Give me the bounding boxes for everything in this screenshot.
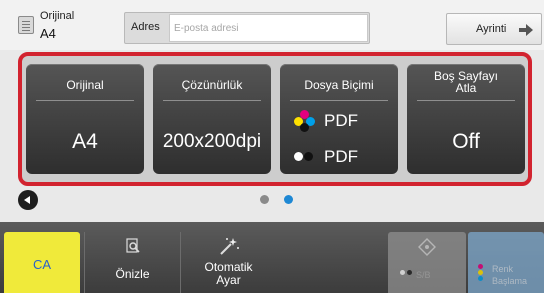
mono-format-row: PDF bbox=[280, 146, 398, 168]
page-indicator-2[interactable] bbox=[284, 195, 293, 204]
tile-divider bbox=[36, 100, 134, 101]
tile-label-line2: Atla bbox=[455, 81, 477, 95]
tile-label: Orijinal bbox=[66, 78, 104, 92]
color-format-row: PDF bbox=[280, 110, 398, 132]
magic-wand-icon bbox=[220, 238, 239, 255]
color-mode-icon bbox=[294, 110, 316, 132]
address-group: Adres bbox=[124, 12, 370, 44]
auto-adjust-label-line2: Ayar bbox=[216, 273, 241, 287]
start-icon bbox=[418, 238, 436, 256]
detail-button-label: Ayrinti bbox=[476, 23, 507, 35]
file-format-tile[interactable]: Dosya Biçimi PDF PDF bbox=[280, 64, 398, 174]
tile-value: 200x200dpi bbox=[162, 131, 262, 152]
mono-format-value: PDF bbox=[324, 147, 358, 166]
preview-label: Önizle bbox=[115, 267, 150, 281]
tile-value: Off bbox=[452, 130, 480, 153]
settings-panel: Orijinal A4 Çözünürlük 200x200dpi Dosya … bbox=[18, 52, 532, 186]
start-color-button[interactable]: Renk Başlama bbox=[468, 232, 544, 293]
tile-divider bbox=[163, 100, 261, 101]
address-label: Adres bbox=[131, 21, 160, 33]
color-mode-icon bbox=[478, 264, 488, 282]
mono-mode-icon bbox=[294, 152, 318, 162]
email-address-input[interactable] bbox=[169, 14, 368, 42]
page-indicator-1[interactable] bbox=[260, 195, 269, 204]
bottom-bar: CA Önizle Otomatik Ayar S/B Renk Başlama bbox=[0, 222, 544, 293]
tile-label: Çözünürlük bbox=[181, 78, 243, 92]
original-value: A4 bbox=[40, 26, 56, 41]
skip-blank-page-tile[interactable]: Boş Sayfayı Atla Off bbox=[407, 64, 525, 174]
tile-divider bbox=[417, 100, 515, 101]
tile-value: A4 bbox=[72, 130, 98, 153]
color-format-value: PDF bbox=[324, 111, 358, 130]
original-label: Orijinal bbox=[40, 10, 75, 22]
start-bw-label: S/B bbox=[416, 270, 431, 280]
mono-mode-icon bbox=[400, 270, 414, 280]
detail-button[interactable]: Ayrinti bbox=[446, 13, 542, 45]
document-icon bbox=[18, 16, 34, 34]
back-arrow-icon[interactable] bbox=[18, 190, 38, 210]
original-size-button[interactable]: Orijinal A4 bbox=[14, 6, 106, 46]
top-bar: Orijinal A4 Adres Ayrinti bbox=[0, 0, 544, 50]
original-tile[interactable]: Orijinal A4 bbox=[26, 64, 144, 174]
start-color-label-line1: Renk bbox=[492, 264, 514, 274]
auto-adjust-button[interactable]: Otomatik Ayar bbox=[180, 232, 276, 293]
clear-all-label: CA bbox=[32, 257, 52, 272]
tile-divider bbox=[290, 100, 388, 101]
preview-icon bbox=[126, 238, 140, 253]
resolution-tile[interactable]: Çözünürlük 200x200dpi bbox=[153, 64, 271, 174]
clear-all-button[interactable]: CA bbox=[4, 232, 80, 293]
start-color-label-line2: Başlama bbox=[492, 276, 528, 286]
start-bw-button[interactable]: S/B bbox=[388, 232, 466, 293]
preview-button[interactable]: Önizle bbox=[84, 232, 180, 293]
tile-label: Dosya Biçimi bbox=[304, 78, 374, 92]
arrow-right-icon bbox=[519, 24, 533, 36]
